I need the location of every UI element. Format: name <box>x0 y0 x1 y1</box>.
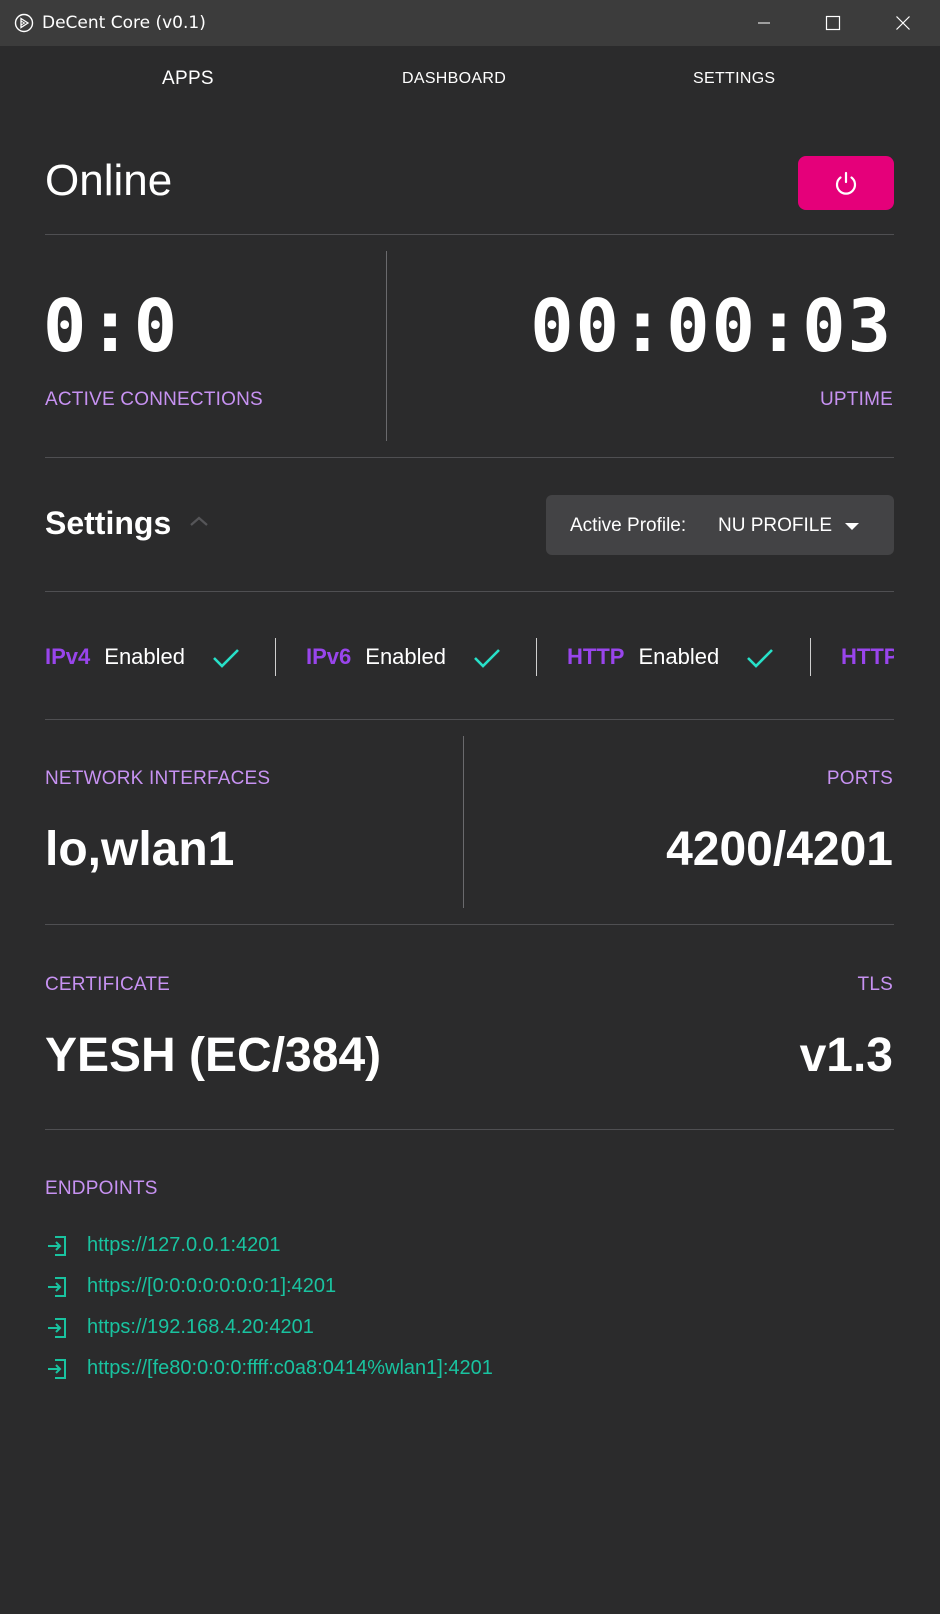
uptime-value: 00:00:03 <box>530 284 893 368</box>
endpoint-link[interactable]: https://[fe80:0:0:0:ffff:c0a8:0414%wlan1… <box>87 1357 493 1380</box>
active-profile-value: NU PROFILE <box>718 515 833 536</box>
protocol-status-row: IPv4 Enabled IPv6 Enabled HTTP Enabled HTTP… <box>45 638 894 678</box>
login-arrow-icon <box>48 1236 66 1256</box>
chevron-up-icon[interactable] <box>188 514 210 528</box>
endpoints-label: ENDPOINTS <box>45 1178 158 1199</box>
endpoint-link[interactable]: https://[0:0:0:0:0:0:0:1]:4201 <box>87 1275 336 1298</box>
nav-tab-apps[interactable]: APPS <box>162 68 214 90</box>
maximize-icon <box>825 15 841 31</box>
network-interfaces-value: lo,wlan1 <box>45 823 235 876</box>
divider <box>45 719 894 720</box>
protocol-item: HTTPS <box>841 644 894 670</box>
protocol-state: Enabled <box>638 644 720 669</box>
check-icon <box>474 649 500 668</box>
check-icon <box>213 649 239 668</box>
power-button[interactable] <box>798 156 894 210</box>
nav-tab-settings[interactable]: SETTINGS <box>693 70 775 88</box>
tls-value: v1.3 <box>799 1029 893 1082</box>
protocol-name: IPv4 <box>45 644 91 669</box>
window-title: DeCent Core (v0.1) <box>42 13 206 33</box>
protocol-separator <box>810 638 811 676</box>
settings-heading: Settings <box>45 505 172 541</box>
protocol-name: HTTP <box>567 644 625 669</box>
active-connections-value: 0:0 <box>43 284 180 368</box>
certificate-label: CERTIFICATE <box>45 974 171 995</box>
network-interfaces-label: NETWORK INTERFACES <box>45 768 271 789</box>
uptime-label: UPTIME <box>820 389 893 410</box>
tls-label: TLS <box>857 974 893 995</box>
minimize-button[interactable] <box>733 0 795 46</box>
top-nav: APPS DASHBOARD SETTINGS <box>0 46 940 116</box>
app-logo-icon <box>14 13 34 33</box>
ports-label: PORTS <box>826 768 893 789</box>
divider <box>45 924 894 925</box>
network-divider <box>463 736 464 908</box>
protocol-item: IPv6 Enabled <box>306 644 446 670</box>
protocol-name: HTTPS <box>841 644 894 669</box>
minimize-icon <box>758 22 770 24</box>
nav-tab-dashboard[interactable]: DASHBOARD <box>402 70 506 88</box>
power-icon <box>835 171 857 195</box>
divider <box>45 234 894 235</box>
caret-down-icon <box>845 523 859 530</box>
window-titlebar: DeCent Core (v0.1) <box>0 0 940 46</box>
divider <box>45 457 894 458</box>
status-title: Online <box>45 156 173 205</box>
divider <box>45 591 894 592</box>
check-icon <box>747 649 773 668</box>
protocol-separator <box>275 638 276 676</box>
protocol-separator <box>536 638 537 676</box>
certificate-value: YESH (EC/384) <box>45 1029 382 1082</box>
protocol-name: IPv6 <box>306 644 352 669</box>
close-button[interactable] <box>872 0 934 46</box>
stats-divider <box>386 251 387 441</box>
close-icon <box>896 16 910 30</box>
divider <box>45 1129 894 1130</box>
protocol-state: Enabled <box>365 644 447 669</box>
login-arrow-icon <box>48 1318 66 1338</box>
active-profile-dropdown[interactable]: Active Profile: NU PROFILE <box>546 495 894 555</box>
ports-value: 4200/4201 <box>666 823 893 876</box>
maximize-button[interactable] <box>802 0 864 46</box>
endpoint-link[interactable]: https://192.168.4.20:4201 <box>87 1316 314 1339</box>
login-arrow-icon <box>48 1359 66 1379</box>
endpoint-link[interactable]: https://127.0.0.1:4201 <box>87 1234 281 1257</box>
protocol-item: IPv4 Enabled <box>45 644 185 670</box>
protocol-state: Enabled <box>104 644 186 669</box>
protocol-item: HTTP Enabled <box>567 644 719 670</box>
login-arrow-icon <box>48 1277 66 1297</box>
active-connections-label: ACTIVE CONNECTIONS <box>45 389 263 410</box>
active-profile-label: Active Profile: <box>570 515 687 536</box>
